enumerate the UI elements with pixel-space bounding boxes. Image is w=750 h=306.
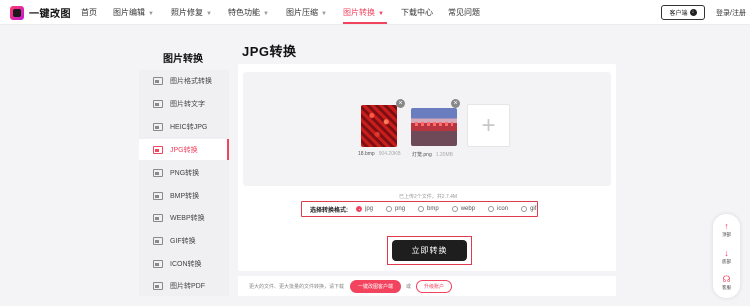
image-icon bbox=[153, 76, 163, 85]
nav-item-home[interactable]: 首页 bbox=[81, 7, 97, 18]
promo-text: 更大的文件、更大批量的文件转换，请下载 bbox=[249, 283, 345, 290]
scroll-top-button[interactable]: ↑ 顶部 bbox=[713, 222, 740, 238]
radio-icon bbox=[386, 206, 393, 212]
remove-file-icon[interactable]: × bbox=[396, 99, 405, 108]
sidebar-item-heic-to-jpg[interactable]: HEIC转JPG bbox=[139, 116, 229, 137]
remove-file-icon[interactable]: × bbox=[451, 99, 460, 108]
image-icon bbox=[153, 281, 163, 290]
headset-icon: ☊ bbox=[722, 274, 731, 284]
radio-checked-icon bbox=[356, 206, 362, 212]
sidebar-item-jpg-convert[interactable]: JPG转换 bbox=[139, 139, 229, 160]
download-icon: ↓ bbox=[689, 9, 697, 16]
customer-service-button[interactable]: ☊ 客服 bbox=[713, 275, 740, 291]
download-client-button[interactable]: 一键改图客户端 bbox=[350, 279, 402, 293]
image-icon bbox=[153, 145, 163, 154]
chevron-down-icon: ▼ bbox=[321, 11, 327, 17]
convert-now-button[interactable]: 立即转换 bbox=[392, 240, 467, 261]
image-icon bbox=[153, 168, 163, 177]
login-register-link[interactable]: 登录/注册 bbox=[716, 8, 746, 18]
file-thumbnail[interactable] bbox=[411, 108, 457, 146]
radio-icon bbox=[521, 206, 528, 212]
arrow-down-icon: ↓ bbox=[724, 248, 729, 258]
sidebar-item-gif-convert[interactable]: GIF转换 bbox=[139, 230, 229, 251]
sidebar: 图片格式转换 图片转文字 HEIC转JPG JPG转换 PNG转换 BMP转换 … bbox=[139, 70, 229, 296]
sidebar-item-bmp-convert[interactable]: BMP转换 bbox=[139, 185, 229, 206]
top-navigation-bar: 一键改图 首页 图片编辑 ▼ 照片修复 ▼ 特色功能 ▼ 图片压缩 ▼ 图片转换 ▼ 下载… bbox=[0, 0, 750, 25]
sidebar-title: 图片转换 bbox=[163, 54, 203, 65]
radio-icon bbox=[488, 206, 495, 212]
file-thumbnail[interactable] bbox=[361, 105, 397, 147]
format-selector: 选择转换格式: jpg png bmp webp icon gif bbox=[301, 201, 538, 217]
file-caption: 灯笼.png 1.20MB bbox=[412, 152, 453, 158]
format-option-png[interactable]: png bbox=[386, 206, 405, 212]
file-caption: 18.bmp 904.20KB bbox=[358, 151, 401, 157]
upload-summary: 已上传2个文件，共2.7.4M bbox=[399, 194, 458, 200]
nav-item-image-convert[interactable]: 图片转换 ▼ bbox=[343, 7, 384, 18]
app-name: 一键改图 bbox=[29, 9, 71, 20]
page-title: JPG转换 bbox=[242, 44, 297, 59]
format-option-icon[interactable]: icon bbox=[488, 206, 508, 212]
image-icon bbox=[153, 191, 163, 200]
image-icon bbox=[153, 99, 163, 108]
nav-item-download-center[interactable]: 下载中心 bbox=[401, 7, 433, 18]
floating-toolbar: ↑ 顶部 ↓ 底部 ☊ 客服 bbox=[713, 214, 740, 298]
chevron-down-icon: ▼ bbox=[378, 11, 384, 17]
nav-item-faq[interactable]: 常见问题 bbox=[448, 7, 480, 18]
nav-item-features[interactable]: 特色功能 ▼ bbox=[228, 7, 269, 18]
format-option-jpg[interactable]: jpg bbox=[356, 206, 373, 212]
chevron-down-icon: ▼ bbox=[148, 11, 154, 17]
format-option-bmp[interactable]: bmp bbox=[418, 206, 439, 212]
scroll-bottom-button[interactable]: ↓ 底部 bbox=[713, 249, 740, 265]
image-icon bbox=[153, 259, 163, 268]
sidebar-item-format-convert[interactable]: 图片格式转换 bbox=[139, 70, 229, 91]
sidebar-item-png-convert[interactable]: PNG转换 bbox=[139, 162, 229, 183]
chevron-down-icon: ▼ bbox=[206, 11, 212, 17]
sidebar-item-webp-convert[interactable]: WEBP转换 bbox=[139, 207, 229, 228]
image-icon bbox=[153, 213, 163, 222]
chevron-down-icon: ▼ bbox=[263, 11, 269, 17]
nav-item-image-compress[interactable]: 图片压缩 ▼ bbox=[286, 7, 327, 18]
format-option-webp[interactable]: webp bbox=[451, 206, 475, 212]
upgrade-account-button[interactable]: 升级账户 bbox=[416, 279, 453, 293]
radio-icon bbox=[418, 206, 425, 212]
radio-icon bbox=[451, 206, 458, 212]
format-label: 选择转换格式: bbox=[310, 207, 348, 214]
sidebar-item-icon-convert[interactable]: ICON转换 bbox=[139, 253, 229, 274]
image-icon bbox=[153, 122, 163, 131]
image-icon bbox=[153, 236, 163, 245]
plus-icon: + bbox=[481, 111, 496, 139]
bottom-promo-bar: 更大的文件、更大批量的文件转换，请下载 一键改图客户端 或 升级账户 bbox=[238, 276, 616, 296]
logo-icon bbox=[10, 5, 24, 20]
sidebar-item-image-to-pdf[interactable]: 图片转PDF bbox=[139, 275, 229, 296]
add-file-button[interactable]: + bbox=[467, 104, 510, 147]
nav-item-image-edit[interactable]: 图片编辑 ▼ bbox=[113, 7, 154, 18]
sidebar-item-image-to-text[interactable]: 图片转文字 bbox=[139, 93, 229, 114]
nav-item-photo-repair[interactable]: 照片修复 ▼ bbox=[171, 7, 212, 18]
format-option-gif[interactable]: gif bbox=[521, 206, 536, 212]
client-download-button[interactable]: 客户端 ↓ bbox=[661, 5, 705, 20]
or-text: 或 bbox=[406, 283, 412, 290]
app-logo[interactable]: 一键改图 bbox=[10, 5, 71, 20]
arrow-up-icon: ↑ bbox=[724, 221, 729, 231]
active-nav-indicator bbox=[343, 22, 387, 24]
